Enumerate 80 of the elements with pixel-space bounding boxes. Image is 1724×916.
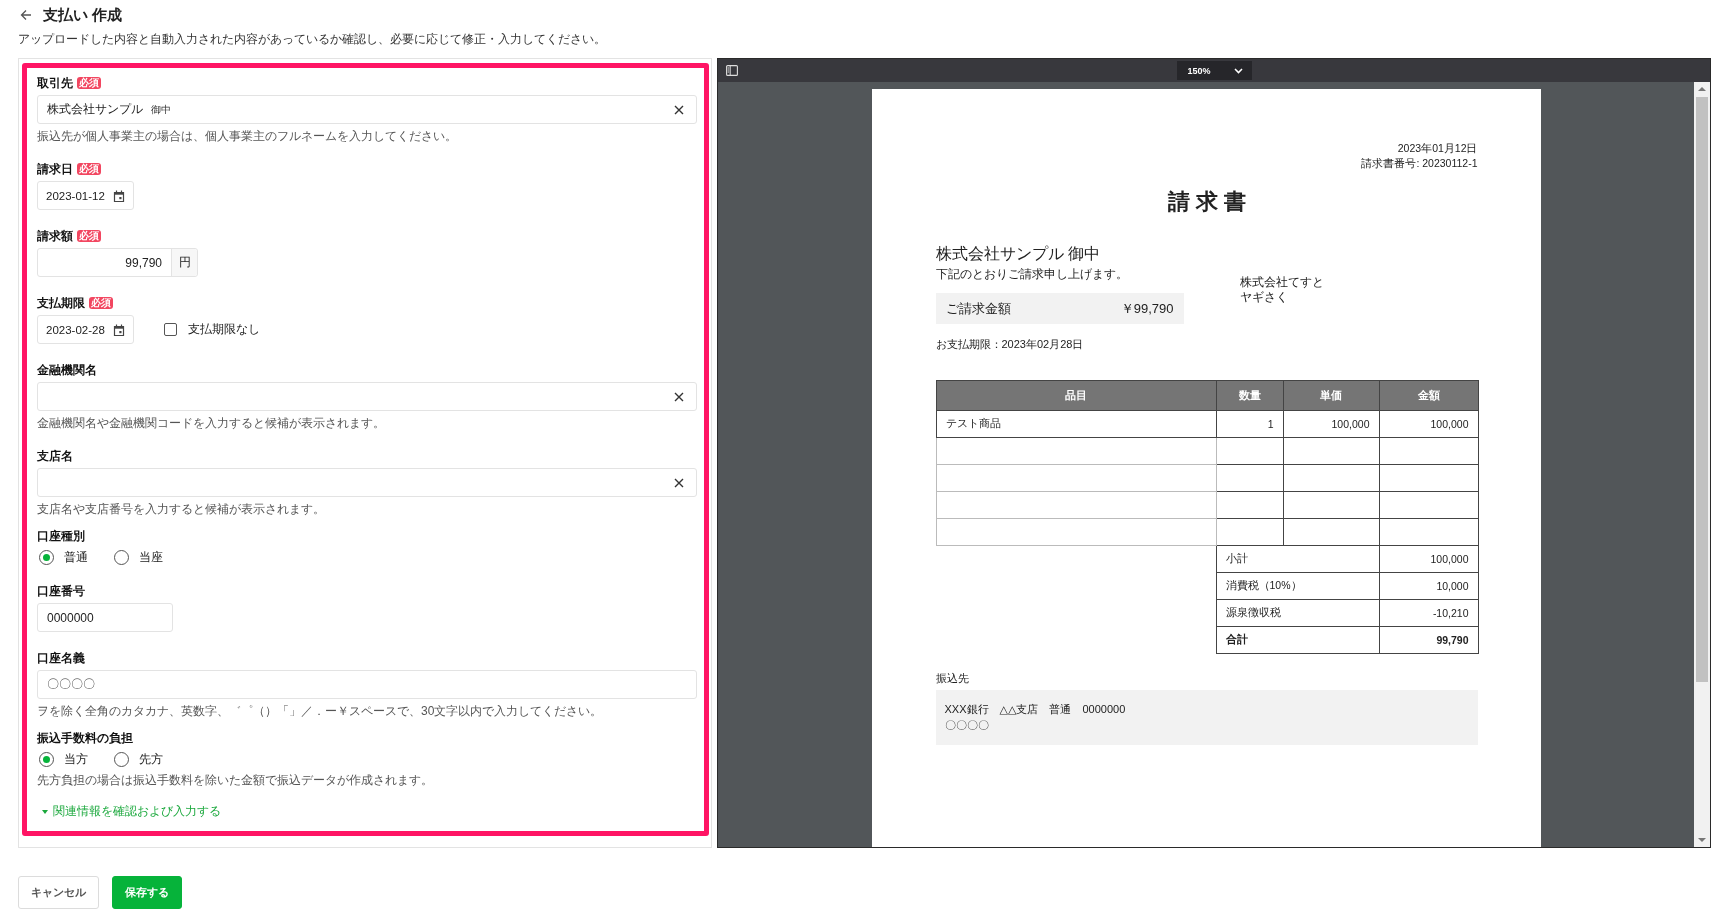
recipient-name: 株式会社サンプル 御中 — [935, 244, 1100, 264]
zoom-select[interactable]: 150% — [1176, 61, 1252, 80]
issuer-line: 株式会社てすと — [1239, 275, 1324, 290]
summary-label: 消費税（10%） — [1216, 572, 1379, 600]
calendar-icon[interactable] — [113, 323, 125, 336]
field-label: 口座番号 — [37, 583, 85, 599]
field-label: 請求日 — [37, 161, 73, 177]
table-cell: 100,000 — [1283, 410, 1379, 438]
hint-text: ヲを除く全角のカタカナ、英数字、゛゜（）「」／．ー￥スペースで、30文字以内で入力してください。 — [37, 704, 603, 718]
amount-value: ￥99,790 — [1120, 299, 1174, 318]
clear-icon[interactable] — [674, 391, 684, 402]
summary-label: 小計 — [1216, 545, 1379, 573]
radio-button[interactable] — [114, 751, 129, 767]
calendar-icon[interactable] — [113, 189, 125, 202]
input-field[interactable]: 株式会社サンプル 御中 — [37, 95, 697, 124]
field-label: 取引先 — [37, 75, 73, 91]
table-cell: テスト商品 — [936, 410, 1216, 438]
radio-label[interactable]: 普通 — [64, 548, 88, 566]
required-badge: 必須 — [77, 230, 101, 242]
field-label: 請求額 — [37, 228, 73, 244]
table-cell: 1 — [1216, 410, 1283, 438]
checkbox[interactable] — [164, 323, 177, 336]
radio-button[interactable] — [39, 549, 54, 565]
sidebar-toggle-icon[interactable] — [726, 65, 738, 76]
column-header: 金額 — [1379, 380, 1478, 411]
clear-icon[interactable] — [674, 104, 684, 115]
transfer-line: XXX銀行 △△支店 普通 0000000 — [944, 702, 1126, 717]
hint-text: 支店名や支店番号を入力すると候補が表示されます。 — [37, 502, 325, 516]
transfer-line: 〇〇〇〇 — [944, 718, 989, 733]
summary-value: 100,000 — [1379, 545, 1478, 573]
table-cell: 100,000 — [1379, 410, 1478, 438]
amount-field[interactable]: 99,790 円 — [37, 248, 198, 277]
field-label: 口座名義 — [37, 650, 85, 666]
scrollbar[interactable] — [1694, 82, 1710, 847]
column-header: 品目 — [936, 380, 1216, 411]
summary-value: 10,000 — [1379, 572, 1478, 600]
intro-text: 下記のとおりご請求申し上げます。 — [935, 266, 1128, 282]
date-field[interactable]: 2023-01-12 — [37, 181, 134, 210]
required-badge: 必須 — [89, 297, 113, 309]
column-header: 単価 — [1283, 380, 1379, 411]
input-field[interactable]: 〇〇〇〇 — [37, 670, 697, 699]
radio-label[interactable]: 当方 — [64, 750, 88, 768]
summary-label: 合計 — [1216, 626, 1379, 654]
back-arrow-icon[interactable] — [20, 9, 32, 21]
invoice-number: 請求書番号: 20230112-1 — [1361, 156, 1478, 171]
due-date-text: お支払期限：2023年02月28日 — [935, 337, 1084, 352]
issuer-line: ヤギさく — [1239, 290, 1288, 305]
checkbox-label[interactable]: 支払期限なし — [188, 321, 260, 338]
date-field[interactable]: 2023-02-28 — [37, 315, 134, 344]
hint-text: 振込先が個人事業主の場合は、個人事業主のフルネームを入力してください。 — [37, 129, 457, 143]
summary-label: 源泉徴収税 — [1216, 599, 1379, 627]
cancel-button[interactable]: キャンセル — [18, 876, 99, 909]
chevron-down-icon — [1233, 67, 1243, 74]
page-description: アップロードした内容と自動入力された内容があっているか確認し、必要に応じて修正・入力してください。 — [18, 32, 606, 46]
amount-label: ご請求金額 — [945, 299, 1011, 318]
required-badge: 必須 — [77, 163, 101, 175]
field-label: 支払期限 — [37, 295, 85, 311]
input-field[interactable] — [37, 382, 697, 411]
clear-icon[interactable] — [674, 477, 684, 488]
field-label: 金融機関名 — [37, 362, 97, 378]
invoice-date: 2023年01月12日 — [1397, 141, 1478, 156]
radio-label[interactable]: 先方 — [139, 750, 163, 768]
input-field[interactable] — [37, 468, 697, 497]
field-label: 振込手数料の負担 — [37, 730, 133, 746]
radio-button[interactable] — [114, 549, 129, 565]
summary-value: -10,210 — [1379, 599, 1478, 627]
unit-label: 円 — [171, 249, 197, 276]
hint-text: 金融機関名や金融機関コードを入力すると候補が表示されます。 — [37, 416, 385, 430]
transfer-label: 振込先 — [935, 671, 969, 685]
field-label: 支店名 — [37, 448, 73, 464]
required-badge: 必須 — [77, 77, 101, 89]
field-label: 口座種別 — [37, 528, 85, 544]
input-field[interactable]: 0000000 — [37, 603, 173, 632]
radio-button[interactable] — [39, 751, 54, 767]
invoice-title: 請求書 — [1167, 188, 1252, 216]
summary-value: 99,790 — [1379, 626, 1478, 654]
hint-text: 先方負担の場合は振込手数料を除いた金額で振込データが作成されます。 — [37, 773, 433, 787]
page-title: 支払い 作成 — [43, 5, 123, 25]
column-header: 数量 — [1216, 380, 1283, 411]
radio-label[interactable]: 当座 — [139, 548, 163, 566]
